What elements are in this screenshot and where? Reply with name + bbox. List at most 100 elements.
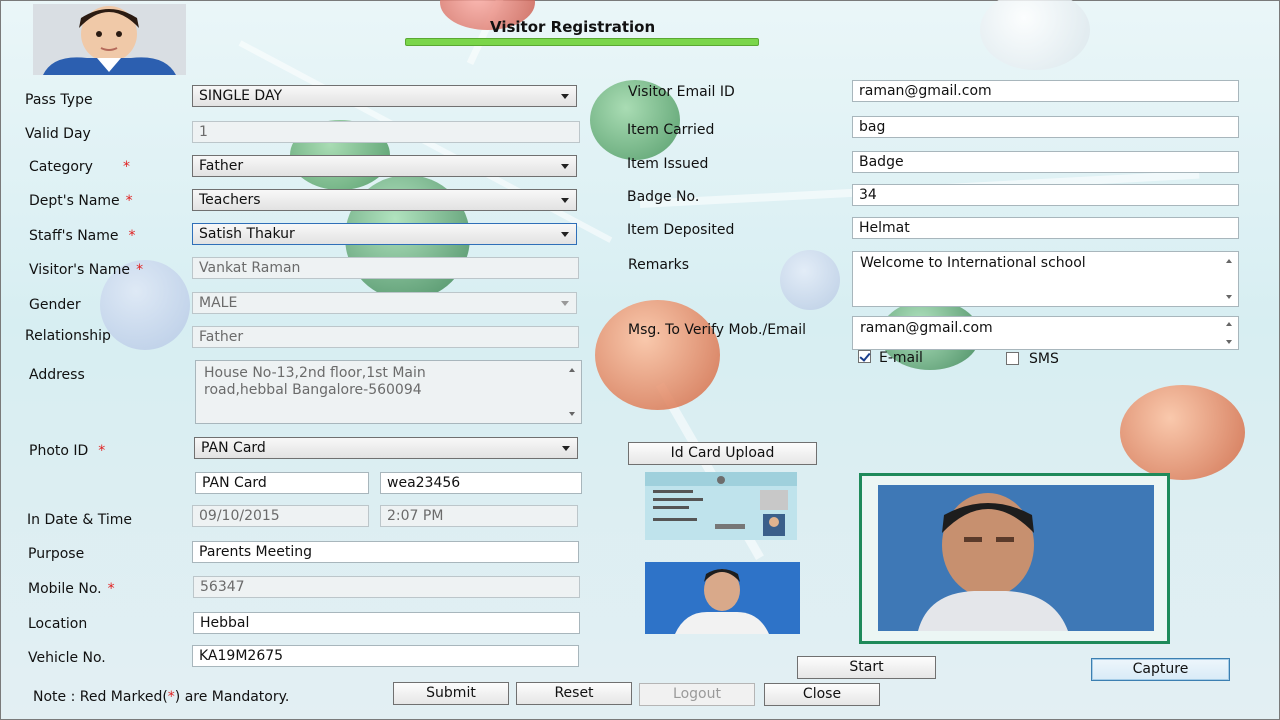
dropdown-arrow-icon — [561, 301, 569, 306]
id-number-field[interactable]: wea23456 — [380, 472, 582, 494]
email-checkbox[interactable] — [858, 350, 871, 363]
note-suffix: ) are Mandatory. — [174, 689, 290, 705]
gender-select[interactable]: MALE — [192, 292, 577, 314]
in-time-field[interactable]: 2:07 PM — [380, 505, 578, 527]
address-field[interactable]: House No-13,2nd floor,1st Main road,hebb… — [195, 360, 582, 424]
photo-id-value: PAN Card — [201, 440, 266, 456]
pass-type-label: Pass Type — [25, 92, 93, 108]
remarks-field[interactable]: Welcome to International school — [852, 251, 1239, 307]
scroll-up-icon[interactable] — [1226, 322, 1232, 326]
gender-value: MALE — [199, 295, 238, 311]
visitor-name-label: Visitor's Name * — [29, 262, 143, 278]
pass-type-select[interactable]: SINGLE DAY — [192, 85, 577, 107]
visitor-name-field[interactable]: Vankat Raman — [192, 257, 579, 279]
item-deposited-label: Item Deposited — [627, 222, 735, 238]
address-value: House No-13,2nd floor,1st Main road,hebb… — [204, 365, 426, 398]
staff-name-label: Staff's Name * — [29, 228, 136, 244]
close-button[interactable]: Close — [764, 683, 880, 706]
visitor-name-label-text: Visitor's Name — [29, 262, 131, 278]
dropdown-arrow-icon — [562, 446, 570, 451]
email-checkbox-label: E-mail — [879, 350, 923, 366]
item-issued-field[interactable]: Badge — [852, 151, 1239, 173]
id-card-upload-button[interactable]: Id Card Upload — [628, 442, 817, 465]
in-date-field[interactable]: 09/10/2015 — [192, 505, 369, 527]
email-field[interactable]: raman@gmail.com — [852, 80, 1239, 102]
staff-name-select[interactable]: Satish Thakur — [192, 223, 577, 245]
photo-id-select[interactable]: PAN Card — [194, 437, 578, 459]
required-mark: * — [136, 262, 144, 278]
scroll-down-icon[interactable] — [1226, 295, 1232, 299]
required-mark: * — [125, 193, 133, 209]
staff-name-label-text: Staff's Name — [29, 228, 119, 244]
category-label: Category * — [29, 159, 130, 175]
vehicle-field[interactable]: KA19M2675 — [192, 645, 579, 667]
dropdown-arrow-icon — [561, 164, 569, 169]
valid-day-label: Valid Day — [25, 126, 91, 142]
scroll-down-icon[interactable] — [569, 412, 575, 416]
item-deposited-field[interactable]: Helmat — [852, 217, 1239, 239]
remarks-label: Remarks — [628, 257, 690, 273]
dropdown-arrow-icon — [561, 232, 569, 237]
logout-button[interactable]: Logout — [639, 683, 755, 706]
category-value: Father — [199, 158, 244, 174]
item-carried-field[interactable]: bag — [852, 116, 1239, 138]
verify-value: raman@gmail.com — [860, 320, 993, 336]
gender-label: Gender — [29, 297, 81, 313]
in-date-time-label: In Date & Time — [27, 512, 132, 528]
captured-photo — [878, 485, 1154, 631]
dept-name-select[interactable]: Teachers — [192, 189, 577, 211]
location-field[interactable]: Hebbal — [193, 612, 580, 634]
scroll-up-icon[interactable] — [1226, 259, 1232, 263]
badge-no-field[interactable]: 34 — [852, 184, 1239, 206]
pass-type-value: SINGLE DAY — [199, 88, 283, 104]
location-label: Location — [28, 616, 88, 632]
required-mark: * — [128, 228, 136, 244]
page-title: Visitor Registration — [490, 18, 656, 36]
relationship-field[interactable]: Father — [192, 326, 579, 348]
reset-button[interactable]: Reset — [516, 682, 632, 705]
verify-field[interactable]: raman@gmail.com — [852, 316, 1239, 350]
dropdown-arrow-icon — [561, 94, 569, 99]
capture-button[interactable]: Capture — [1091, 658, 1230, 681]
mobile-label-text: Mobile No. — [28, 581, 102, 597]
item-issued-label: Item Issued — [627, 156, 709, 172]
category-label-text: Category — [29, 159, 93, 175]
visitor-photo-thumbnail — [645, 562, 800, 634]
note-prefix: Note : Red Marked( — [33, 689, 168, 705]
required-mark: * — [122, 159, 130, 175]
badge-no-label: Badge No. — [627, 189, 700, 205]
note-mark: * — [167, 689, 175, 705]
remarks-value: Welcome to International school — [860, 255, 1086, 271]
id-type-field[interactable]: PAN Card — [195, 472, 369, 494]
relationship-label: Relationship — [25, 328, 111, 344]
item-carried-label: Item Carried — [627, 122, 715, 138]
staff-name-value: Satish Thakur — [199, 226, 295, 242]
purpose-label: Purpose — [28, 546, 85, 562]
vehicle-label: Vehicle No. — [28, 650, 106, 666]
mobile-label: Mobile No. * — [28, 581, 115, 597]
purpose-field[interactable]: Parents Meeting — [192, 541, 579, 563]
valid-day-field[interactable]: 1 — [192, 121, 580, 143]
avatar — [33, 4, 186, 75]
email-label: Visitor Email ID — [628, 84, 735, 100]
submit-button[interactable]: Submit — [393, 682, 509, 705]
mandatory-note: Note : Red Marked(*) are Mandatory. — [33, 689, 289, 705]
category-select[interactable]: Father — [192, 155, 577, 177]
id-card-thumbnail — [645, 472, 797, 540]
dept-name-label-text: Dept's Name — [29, 193, 120, 209]
dept-name-label: Dept's Name * — [29, 193, 133, 209]
required-mark: * — [107, 581, 115, 597]
sms-checkbox-label: SMS — [1029, 351, 1059, 367]
dept-name-value: Teachers — [199, 192, 261, 208]
sms-checkbox[interactable] — [1006, 352, 1019, 365]
photo-id-label-text: Photo ID — [29, 443, 89, 459]
photo-id-label: Photo ID * — [29, 443, 105, 459]
dropdown-arrow-icon — [561, 198, 569, 203]
start-button[interactable]: Start — [797, 656, 936, 679]
scroll-up-icon[interactable] — [569, 368, 575, 372]
scroll-down-icon[interactable] — [1226, 340, 1232, 344]
title-underline — [405, 38, 759, 46]
required-mark: * — [98, 443, 106, 459]
verify-label: Msg. To Verify Mob./Email — [628, 322, 807, 338]
mobile-field[interactable]: 56347 — [193, 576, 580, 598]
